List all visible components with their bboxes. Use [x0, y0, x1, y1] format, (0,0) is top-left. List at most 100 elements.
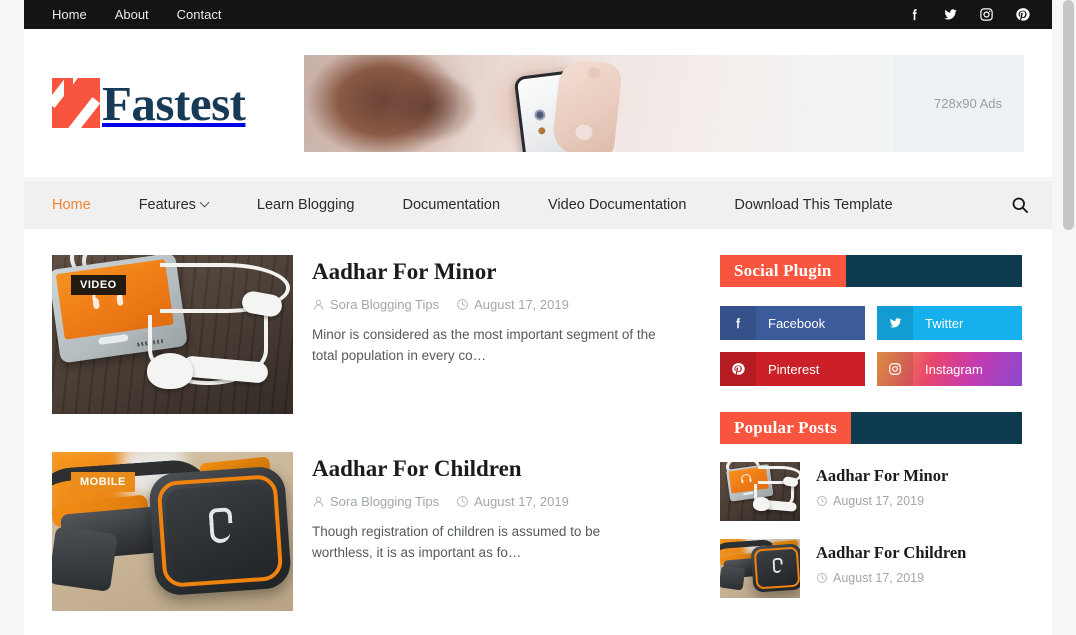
social-button-twitter[interactable]: Twitter [877, 306, 1022, 340]
nav-item-features-label: Features [138, 196, 196, 213]
post-thumbnail[interactable]: MOBILE [52, 452, 293, 611]
popular-post-body: Aadhar For Children August 17, 2019 [816, 539, 966, 585]
main-navigation-items: Home Features Learn Blogging Documentati… [52, 198, 917, 213]
clock-icon [817, 572, 827, 583]
post-snippet: Though registration of children is assum… [312, 523, 601, 560]
popular-post-title[interactable]: Aadhar For Children [816, 543, 966, 563]
nav-item-video-documentation[interactable]: Video Documentation [524, 198, 710, 213]
post-meta: Sora Blogging Tips August 17, 2019 [312, 297, 692, 312]
social-button-pinterest-label: Pinterest [768, 361, 820, 377]
clock-icon [817, 495, 827, 506]
top-bar: Home About Contact [24, 0, 1052, 29]
popular-post-date: August 17, 2019 [816, 494, 948, 508]
facebook-icon [720, 306, 756, 340]
widget-header: Social Plugin [720, 255, 1022, 287]
nav-item-documentation-label: Documentation [402, 196, 501, 213]
popular-post-date-label: August 17, 2019 [833, 570, 925, 585]
post-badge: MOBILE [71, 472, 135, 493]
social-button-instagram-label: Instagram [925, 361, 983, 377]
ad-banner[interactable]: 728x90 Ads [303, 54, 1024, 152]
social-button-facebook[interactable]: Facebook [720, 306, 865, 340]
popular-post-date-label: August 17, 2019 [833, 493, 925, 508]
twitter-icon[interactable] [943, 7, 958, 22]
chevron-down-icon [201, 199, 209, 207]
social-plugin-widget: Social Plugin Facebook Twitter Pinterest… [720, 255, 1022, 386]
post-item[interactable]: VIDEO Aadhar For Minor Sora Blogging Tip… [52, 255, 692, 414]
nav-item-home[interactable]: Home [52, 198, 115, 213]
post-item[interactable]: MOBILE Aadhar For Children Sora Blogging… [52, 452, 692, 611]
clock-icon [457, 298, 468, 310]
post-meta: Sora Blogging Tips August 17, 2019 [312, 494, 692, 509]
post-list: VIDEO Aadhar For Minor Sora Blogging Tip… [52, 255, 692, 635]
social-button-instagram[interactable]: Instagram [877, 352, 1022, 386]
nav-item-features[interactable]: Features [115, 198, 233, 213]
ad-hand-graphic [550, 57, 623, 152]
popular-post-date: August 17, 2019 [816, 571, 966, 585]
popular-post-thumbnail[interactable] [720, 462, 800, 521]
post-author: Sora Blogging Tips [312, 297, 439, 312]
topbar-link-about[interactable]: About [115, 8, 149, 21]
post-snippet: Minor is considered as the most importan… [312, 326, 656, 363]
widget-title: Social Plugin [720, 255, 846, 287]
popular-post-thumbnail-image [720, 539, 800, 598]
twitter-icon [877, 306, 913, 340]
scrollbar-thumb[interactable] [1063, 0, 1074, 230]
post-author: Sora Blogging Tips [312, 494, 439, 509]
nav-item-home-label: Home [52, 196, 91, 213]
search-icon[interactable] [1010, 195, 1030, 215]
pinterest-icon[interactable] [1015, 7, 1030, 22]
post-date: August 17, 2019 [456, 494, 569, 509]
nav-item-documentation[interactable]: Documentation [378, 198, 524, 213]
popular-post-thumbnail[interactable] [720, 539, 800, 598]
instagram-icon[interactable] [979, 7, 994, 22]
popular-post-item[interactable]: Aadhar For Minor August 17, 2019 [720, 462, 1022, 521]
nav-item-download-template-label: Download This Template [734, 196, 893, 213]
user-icon [313, 496, 324, 507]
post-date-label: August 17, 2019 [474, 296, 569, 312]
post-author-label: Sora Blogging Tips [330, 296, 440, 312]
facebook-icon[interactable] [907, 7, 922, 22]
post-thumbnail[interactable]: VIDEO [52, 255, 293, 414]
social-button-grid: Facebook Twitter Pinterest Instagram [720, 306, 1022, 386]
ad-banner-fade [733, 54, 894, 152]
post-body: Aadhar For Children Sora Blogging Tips A… [312, 452, 692, 611]
post-badge: VIDEO [71, 275, 126, 296]
clock-icon [457, 495, 468, 507]
top-bar-nav: Home About Contact [52, 8, 221, 21]
pinterest-icon [720, 352, 756, 386]
page-scrollbar[interactable] [1061, 0, 1076, 635]
post-title[interactable]: Aadhar For Minor [312, 258, 692, 286]
post-date: August 17, 2019 [456, 297, 569, 312]
widget-title: Popular Posts [720, 412, 851, 444]
instagram-icon [877, 352, 913, 386]
social-button-twitter-label: Twitter [925, 315, 964, 331]
popular-post-thumbnail-image [720, 462, 800, 521]
site-logo[interactable]: Fastest [52, 78, 282, 128]
nav-item-learn-blogging-label: Learn Blogging [256, 196, 355, 213]
top-bar-social-links [907, 7, 1030, 22]
topbar-link-contact[interactable]: Contact [177, 8, 222, 21]
popular-post-title[interactable]: Aadhar For Minor [816, 466, 948, 486]
post-author-label: Sora Blogging Tips [330, 493, 440, 509]
page-root: Home About Contact Fastest 728x90 Ads Ho… [0, 0, 1076, 635]
social-button-facebook-label: Facebook [768, 315, 826, 331]
post-title[interactable]: Aadhar For Children [312, 455, 692, 483]
nav-item-learn-blogging[interactable]: Learn Blogging [233, 198, 379, 213]
nav-item-download-template[interactable]: Download This Template [710, 198, 916, 213]
popular-posts-widget: Popular Posts Aadhar For Minor August 17… [720, 412, 1022, 598]
post-body: Aadhar For Minor Sora Blogging Tips Augu… [312, 255, 692, 414]
nav-item-video-documentation-label: Video Documentation [548, 196, 687, 213]
popular-post-body: Aadhar For Minor August 17, 2019 [816, 462, 948, 508]
popular-posts-list: Aadhar For Minor August 17, 2019 Aadhar … [720, 462, 1022, 598]
popular-post-item[interactable]: Aadhar For Children August 17, 2019 [720, 539, 1022, 598]
social-button-pinterest[interactable]: Pinterest [720, 352, 865, 386]
logo-text: Fastest [102, 75, 246, 131]
ad-size-label: 728x90 Ads [934, 95, 1002, 111]
sidebar: Social Plugin Facebook Twitter Pinterest… [720, 255, 1022, 635]
page-content: VIDEO Aadhar For Minor Sora Blogging Tip… [24, 229, 1052, 635]
site-header: Fastest 728x90 Ads [24, 29, 1052, 177]
topbar-link-home[interactable]: Home [52, 8, 87, 21]
logo-mark-icon [52, 78, 100, 128]
post-date-label: August 17, 2019 [474, 493, 569, 509]
user-icon [313, 299, 324, 310]
